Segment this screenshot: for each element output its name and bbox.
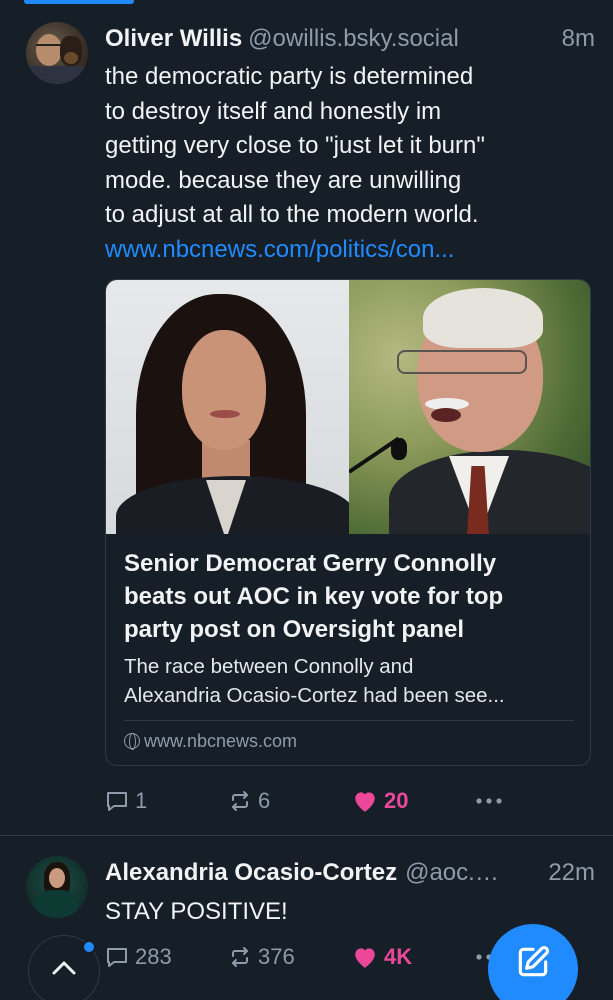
post-oliver-willis[interactable]: Oliver Willis @owillis.bsky.social 8m the… xyxy=(0,0,613,836)
card-divider xyxy=(124,720,574,721)
link-preview-title: Senior Democrat Gerry Connolly beats out… xyxy=(124,547,576,646)
author-handle[interactable]: @aoc.bsky.social xyxy=(405,859,503,887)
post-text-line: the democratic party is determined xyxy=(105,63,474,90)
like-button[interactable]: 4K xyxy=(352,942,412,972)
compose-pencil-icon xyxy=(518,946,549,977)
card-desc-line: The race between Connolly and xyxy=(124,655,414,678)
globe-icon xyxy=(124,733,140,750)
post-text-line: mode. because they are unwilling xyxy=(105,166,462,194)
repost-button[interactable]: 6 xyxy=(228,786,270,816)
post-text-line: STAY POSITIVE! xyxy=(105,898,288,925)
card-desc-line: Alexandria Ocasio-Cortez had been see... xyxy=(124,684,505,707)
repost-arrows-icon xyxy=(232,791,248,811)
reply-count: 1 xyxy=(135,788,148,813)
chevron-up-icon xyxy=(52,961,76,975)
reply-button[interactable]: 1 xyxy=(105,786,147,816)
author-name[interactable]: Alexandria Ocasio-Cortez xyxy=(105,859,397,886)
author-handle[interactable]: @owillis.bsky.social xyxy=(248,25,459,52)
card-domain-text: www.nbcnews.com xyxy=(144,731,298,751)
new-posts-indicator xyxy=(82,940,96,954)
heart-icon xyxy=(355,792,375,812)
link-preview-image xyxy=(106,280,590,534)
card-title-line: beats out AOC in key vote for top xyxy=(124,583,504,610)
speech-bubble-icon xyxy=(107,792,127,811)
post-link[interactable]: www.nbcnews.com/politics/con... xyxy=(105,233,585,268)
post-text: STAY POSITIVE! xyxy=(105,895,585,930)
post-text-line: to destroy itself and honestly im xyxy=(105,97,442,125)
post-text-line: to adjust at all to the modern world. xyxy=(105,201,479,228)
more-options-button[interactable] xyxy=(475,786,509,816)
post-actions: 1 6 20 xyxy=(105,786,525,816)
post-header: Alexandria Ocasio-Cortez @aoc.bsky.social… xyxy=(105,859,595,891)
like-button[interactable]: 20 xyxy=(352,786,408,816)
like-count: 20 xyxy=(384,788,409,813)
photo-left xyxy=(106,280,349,534)
post-text-line: getting very close to "just let it burn" xyxy=(105,132,485,159)
avatar[interactable] xyxy=(26,22,88,84)
speech-bubble-icon xyxy=(107,948,127,967)
author-name[interactable]: Oliver Willis xyxy=(105,25,242,52)
like-count: 4K xyxy=(384,944,413,969)
repost-count: 6 xyxy=(258,788,271,813)
post-header: Oliver Willis @owillis.bsky.social 8m xyxy=(105,25,595,57)
card-title-line: Senior Democrat Gerry Connolly xyxy=(124,550,497,577)
post-text: the democratic party is determined to de… xyxy=(105,60,585,267)
reply-count: 283 xyxy=(135,944,172,969)
post-actions: 283 376 4K xyxy=(105,942,525,972)
avatar[interactable] xyxy=(26,856,88,918)
photo-right xyxy=(349,280,590,534)
repost-button[interactable]: 376 xyxy=(228,942,295,972)
repost-arrows-icon xyxy=(232,947,248,967)
post-time[interactable]: 22m xyxy=(548,859,595,887)
card-title-line: party post on Oversight panel xyxy=(124,616,465,643)
link-preview-domain: www.nbcnews.com xyxy=(124,731,297,752)
link-preview-card[interactable]: Senior Democrat Gerry Connolly beats out… xyxy=(105,279,591,766)
reply-button[interactable]: 283 xyxy=(105,942,172,972)
link-preview-description: The race between Connolly and Alexandria… xyxy=(124,652,576,710)
post-time[interactable]: 8m xyxy=(562,25,595,53)
repost-count: 376 xyxy=(258,944,295,969)
ellipsis-icon xyxy=(476,798,502,804)
heart-icon xyxy=(355,948,375,968)
